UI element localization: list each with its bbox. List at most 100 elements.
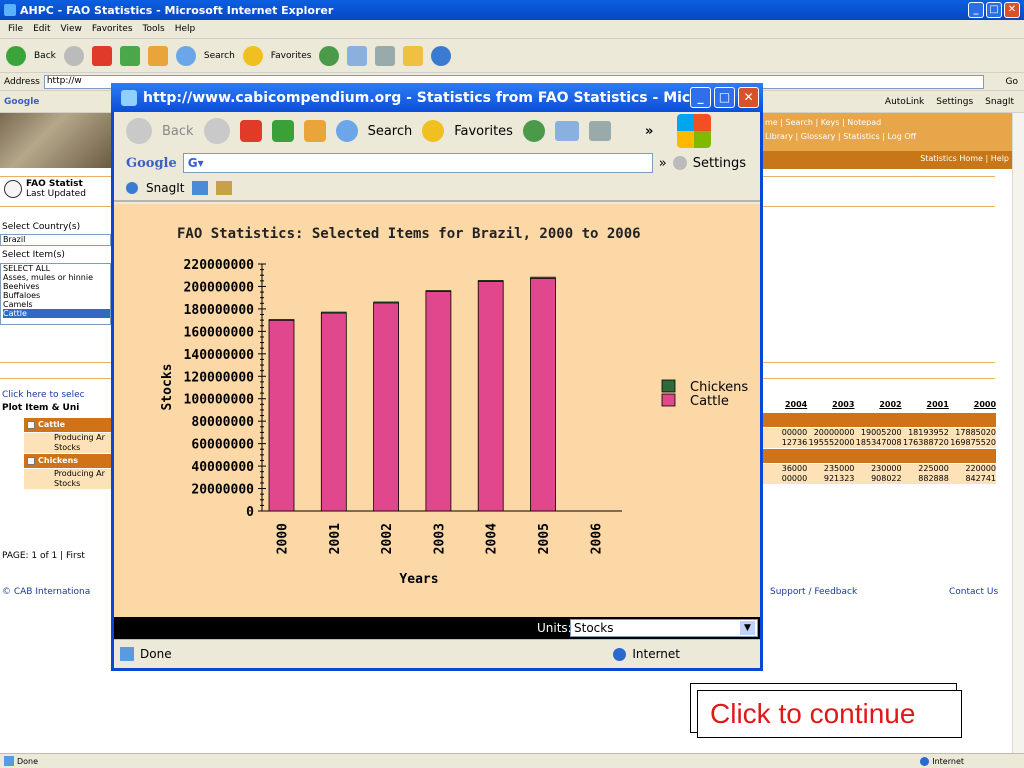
nav-statistics[interactable]: Statistics	[843, 132, 880, 141]
x-tick-label: 2000	[276, 523, 291, 554]
google-search-input[interactable]: G▾	[182, 153, 653, 173]
nav-logoff[interactable]: Log Off	[887, 132, 916, 141]
click-to-continue-button[interactable]: Click to continue	[697, 690, 962, 738]
table-row: 00000 20000000 19005200 18193952 1788502…	[760, 428, 996, 438]
print-icon[interactable]	[375, 45, 396, 66]
popup-maximize-button[interactable]: □	[714, 87, 735, 108]
forward-icon[interactable]	[63, 45, 84, 66]
col-header[interactable]: 2001	[902, 398, 949, 412]
nav-search[interactable]: Search	[786, 118, 813, 127]
settings-button[interactable]: Settings	[936, 97, 973, 107]
stop-icon[interactable]	[239, 120, 262, 142]
menu-edit[interactable]: Edit	[33, 24, 50, 34]
item-option[interactable]: Buffaloes	[3, 291, 110, 300]
back-icon[interactable]	[126, 118, 152, 144]
capture-icon[interactable]	[192, 181, 209, 195]
bar-chickens	[477, 280, 504, 282]
menu-help[interactable]: Help	[175, 24, 196, 34]
chevron-down-icon[interactable]: ▼	[740, 621, 755, 635]
popup-title-bar: http://www.cabicompendium.org - Statisti…	[111, 83, 763, 112]
mail-icon[interactable]	[347, 45, 368, 66]
popup-window-title: http://www.cabicompendium.org - Statisti…	[143, 89, 703, 106]
units-select[interactable]: Stocks ▼	[570, 619, 758, 637]
forward-icon[interactable]	[203, 118, 230, 144]
pager[interactable]: PAGE: 1 of 1 | First	[2, 551, 85, 561]
menu-tools[interactable]: Tools	[143, 24, 165, 34]
popup-minimize-button[interactable]: _	[690, 87, 711, 108]
chevron-more-icon[interactable]: »	[645, 124, 653, 139]
maximize-button[interactable]: □	[986, 2, 1002, 18]
item-option[interactable]: Asses, mules or hinnie	[3, 273, 110, 282]
group-band: Chickens	[24, 454, 115, 468]
search-icon[interactable]	[175, 45, 196, 66]
home-icon[interactable]	[303, 120, 326, 142]
checkbox[interactable]	[27, 457, 35, 465]
history-icon[interactable]	[522, 120, 545, 142]
legend-label: Chickens	[690, 380, 748, 395]
table-row: 12736 195552000 185347008 176388720 1698…	[760, 438, 996, 448]
menu-file[interactable]: File	[8, 24, 23, 34]
favorites-icon[interactable]	[242, 45, 263, 66]
popup-close-button[interactable]: ✕	[738, 87, 759, 108]
col-header[interactable]: 2003	[807, 398, 854, 412]
support-link[interactable]: Support / Feedback	[770, 587, 857, 597]
table-cell: 842741	[965, 474, 997, 483]
item-option-selected[interactable]: Cattle	[3, 309, 110, 318]
table-header-row: 2004 2003 2002 2001 2000	[760, 398, 996, 412]
item-list[interactable]: SELECT ALL Asses, mules or hinnie Beehiv…	[0, 263, 111, 325]
popup-favorites-button[interactable]: Favorites	[454, 124, 513, 139]
go-button[interactable]: Go	[1006, 77, 1024, 87]
item-option[interactable]: Camels	[3, 300, 110, 309]
refresh-icon[interactable]	[271, 120, 294, 142]
col-header[interactable]: 2000	[949, 398, 996, 412]
favorites-button[interactable]: Favorites	[271, 51, 312, 61]
home-icon[interactable]	[147, 45, 168, 66]
favorites-icon[interactable]	[422, 120, 445, 142]
close-button[interactable]: ✕	[1004, 2, 1020, 18]
item-option[interactable]: SELECT ALL	[3, 264, 110, 273]
bar-cattle	[373, 302, 400, 512]
ie-page-icon	[120, 647, 134, 661]
outer-scrollbar[interactable]	[1012, 113, 1024, 753]
nav-glossary[interactable]: Glossary	[801, 132, 836, 141]
autolink-button[interactable]: AutoLink	[885, 97, 924, 107]
search-icon[interactable]	[335, 120, 358, 142]
outer-menu-bar: File Edit View Favorites Tools Help	[0, 20, 1024, 39]
popup-snagit-button[interactable]: SnagIt	[146, 181, 184, 195]
stop-icon[interactable]	[91, 45, 112, 66]
nav-library[interactable]: Library	[765, 132, 793, 141]
back-icon[interactable]	[6, 45, 26, 66]
print-icon[interactable]	[588, 121, 611, 141]
checkbox[interactable]	[27, 421, 35, 429]
group-name: Cattle	[38, 420, 66, 429]
nav-home[interactable]: me	[765, 118, 778, 127]
nav-notepad[interactable]: Notepad	[847, 118, 881, 127]
col-header[interactable]: 2004	[760, 398, 807, 412]
item-option[interactable]: Beehives	[3, 282, 110, 291]
popup-settings-button[interactable]: Settings	[693, 156, 746, 171]
refresh-icon[interactable]	[119, 45, 140, 66]
minimize-button[interactable]: _	[968, 2, 984, 18]
snagit-button[interactable]: SnagIt	[985, 97, 1014, 107]
contact-link[interactable]: Contact Us	[949, 587, 998, 597]
col-header[interactable]: 2002	[854, 398, 901, 412]
globe-icon[interactable]	[431, 45, 452, 66]
popup-toolbar: Back Search Favorites »	[114, 112, 760, 150]
popup-search-button[interactable]: Search	[368, 124, 413, 139]
history-icon[interactable]	[319, 45, 340, 66]
back-button[interactable]: Back	[34, 51, 56, 61]
menu-view[interactable]: View	[61, 24, 82, 34]
fao-updated: Last Updated	[26, 189, 86, 199]
stats-nav[interactable]: Statistics Home | Help	[762, 151, 1012, 169]
mail-icon[interactable]	[554, 121, 579, 141]
popup-back-button[interactable]: Back	[162, 124, 194, 139]
select-link[interactable]: Click here to selec	[2, 390, 85, 400]
folder-icon[interactable]	[403, 45, 424, 66]
search-button[interactable]: Search	[204, 51, 235, 61]
menu-favorites[interactable]: Favorites	[92, 24, 133, 34]
divider	[763, 378, 995, 379]
chevron-more-icon[interactable]: »	[659, 156, 667, 171]
editor-icon[interactable]	[216, 181, 233, 195]
country-select[interactable]: Brazil	[0, 234, 111, 246]
nav-keys[interactable]: Keys	[821, 118, 840, 127]
